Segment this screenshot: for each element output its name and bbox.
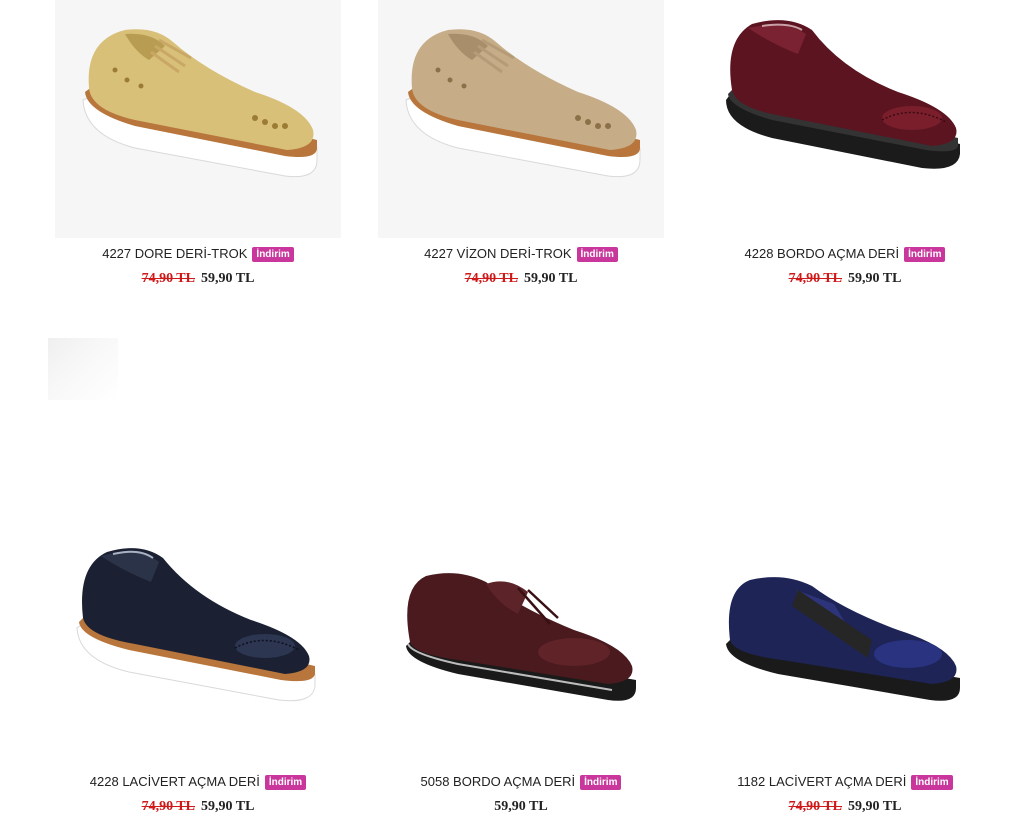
product-card[interactable]: 4227 VİZON DERİ-TROK İndirim 74,90 TL 59… — [371, 0, 671, 287]
current-price: 59,90 TL — [848, 799, 902, 814]
product-image[interactable] — [702, 528, 988, 766]
current-price: 59,90 TL — [848, 271, 902, 286]
product-name[interactable]: 4228 BORDO AÇMA DERİ — [745, 244, 900, 264]
price-line: 74,90 TL 59,90 TL — [695, 271, 995, 287]
product-name[interactable]: 5058 BORDO AÇMA DERİ — [421, 772, 576, 792]
discount-badge: İndirim — [580, 774, 622, 790]
price-line: 74,90 TL 59,90 TL — [695, 799, 995, 815]
product-name-line: 4228 LACİVERT AÇMA DERİ İndirim — [48, 772, 348, 792]
product-image[interactable] — [55, 528, 341, 766]
product-name[interactable]: 4227 DORE DERİ-TROK — [102, 244, 247, 264]
price-line: 59,90 TL — [371, 799, 671, 815]
discount-badge: İndirim — [576, 246, 618, 262]
product-image[interactable] — [55, 0, 341, 238]
old-price: 74,90 TL — [141, 799, 195, 814]
current-price: 59,90 TL — [494, 799, 548, 814]
discount-badge: İndirim — [264, 774, 307, 790]
product-card[interactable]: 4227 DORE DERİ-TROK İndirim 74,90 TL 59,… — [48, 0, 348, 287]
product-name[interactable]: 4227 VİZON DERİ-TROK — [424, 244, 571, 264]
product-card[interactable]: 4228 LACİVERT AÇMA DERİ İndirim 74,90 TL… — [48, 528, 348, 815]
product-grid: 4227 DORE DERİ-TROK İndirim 74,90 TL 59,… — [48, 0, 1016, 828]
product-name-line: 5058 BORDO AÇMA DERİ İndirim — [371, 772, 671, 792]
discount-badge: İndirim — [252, 246, 294, 262]
product-card[interactable]: 4228 BORDO AÇMA DERİ İndirim 74,90 TL 59… — [695, 0, 995, 287]
current-price: 59,90 TL — [201, 271, 255, 286]
image-placeholder — [48, 338, 118, 400]
old-price: 74,90 TL — [788, 799, 842, 814]
product-card[interactable]: 1182 LACİVERT AÇMA DERİ İndirim 74,90 TL… — [695, 528, 995, 815]
product-card[interactable]: 5058 BORDO AÇMA DERİ İndirim 59,90 TL — [371, 528, 671, 815]
discount-badge: İndirim — [911, 774, 953, 790]
price-line: 74,90 TL 59,90 TL — [371, 271, 671, 287]
product-image[interactable] — [702, 0, 988, 238]
current-price: 59,90 TL — [524, 271, 578, 286]
product-name-line: 1182 LACİVERT AÇMA DERİ İndirim — [695, 772, 995, 792]
product-name[interactable]: 1182 LACİVERT AÇMA DERİ — [737, 772, 906, 792]
product-name[interactable]: 4228 LACİVERT AÇMA DERİ — [90, 772, 260, 792]
discount-badge: İndirim — [904, 246, 946, 262]
old-price: 74,90 TL — [788, 271, 842, 286]
product-image[interactable] — [378, 0, 664, 238]
old-price: 74,90 TL — [141, 271, 195, 286]
price-line: 74,90 TL 59,90 TL — [48, 271, 348, 287]
old-price: 74,90 TL — [464, 271, 518, 286]
product-name-line: 4228 BORDO AÇMA DERİ İndirim — [695, 244, 995, 264]
product-name-line: 4227 DORE DERİ-TROK İndirim — [48, 244, 348, 264]
current-price: 59,90 TL — [201, 799, 255, 814]
product-image[interactable] — [378, 528, 664, 766]
price-line: 74,90 TL 59,90 TL — [48, 799, 348, 815]
product-name-line: 4227 VİZON DERİ-TROK İndirim — [371, 244, 671, 264]
